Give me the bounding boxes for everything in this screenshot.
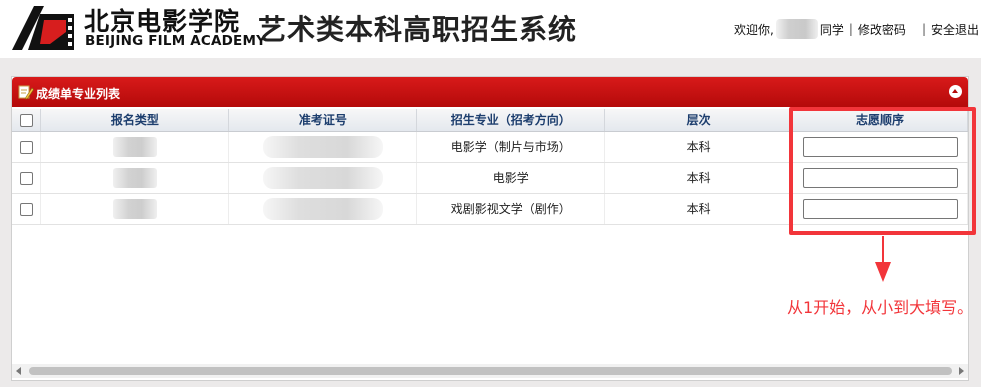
top-header: 北京电影学院 BEIJING FILM ACADEMY 艺术类本科高职招生系统 … [0, 0, 981, 58]
fill-order-hint: 从1开始，从小到大填写。 [787, 298, 974, 317]
scroll-right-icon[interactable] [959, 367, 964, 375]
arrow-head-icon [875, 262, 891, 282]
exam-number-redacted [262, 166, 383, 189]
horizontal-scrollbar[interactable] [12, 364, 968, 378]
exam-number-cell [228, 131, 418, 163]
column-header-exam-number: 准考证号 [228, 109, 418, 132]
registration-type-redacted [112, 167, 157, 188]
major-cell: 电影学 [416, 162, 606, 194]
major-cell: 戏剧影视文学（剧作） [416, 193, 606, 225]
exam-number-cell [228, 162, 418, 194]
registration-type-redacted [112, 136, 157, 157]
row-select-cell [12, 193, 42, 225]
exam-number-redacted [262, 197, 383, 220]
column-header-major: 招生专业（招考方向） [416, 109, 606, 132]
panel-header: 成绩单专业列表 [12, 77, 968, 107]
registration-type-cell [40, 131, 230, 163]
row-checkbox[interactable] [19, 171, 33, 185]
registration-type-cell [40, 162, 230, 194]
school-name-en: BEIJING FILM ACADEMY [85, 33, 267, 49]
highlight-box [789, 107, 976, 235]
edit-pencil-icon [18, 85, 34, 100]
scroll-thumb[interactable] [29, 367, 952, 375]
film-academy-logo-icon [10, 4, 76, 52]
column-header-level: 层次 [604, 109, 793, 132]
level-cell: 本科 [604, 193, 793, 225]
exam-number-redacted [262, 135, 383, 158]
level-cell: 本科 [604, 131, 793, 163]
row-checkbox[interactable] [19, 202, 33, 216]
collapse-panel-icon[interactable] [949, 85, 962, 98]
logout-link[interactable]: 安全退出 [931, 21, 979, 38]
panel-title: 成绩单专业列表 [36, 87, 121, 101]
select-all-cell [12, 109, 42, 132]
exam-number-cell [228, 193, 418, 225]
registration-type-cell [40, 193, 230, 225]
user-name-redacted [775, 19, 818, 39]
welcome-text: 欢迎你, [734, 22, 774, 37]
user-bar: 欢迎你, 同学 | 修改密码 | 安全退出 [734, 19, 979, 39]
row-select-cell [12, 131, 42, 163]
column-header-type: 报名类型 [40, 109, 230, 132]
registration-type-redacted [112, 198, 157, 219]
major-cell: 电影学（制片与市场） [416, 131, 606, 163]
level-cell: 本科 [604, 162, 793, 194]
row-select-cell [12, 162, 42, 194]
row-checkbox[interactable] [19, 140, 33, 154]
separator: | [921, 22, 926, 36]
separator: | [848, 22, 853, 36]
system-title: 艺术类本科高职招生系统 [258, 13, 578, 46]
select-all-checkbox[interactable] [19, 113, 33, 127]
change-password-link[interactable]: 修改密码 [858, 21, 906, 38]
user-suffix: 同学 [819, 22, 844, 37]
scroll-left-icon[interactable] [16, 367, 21, 375]
